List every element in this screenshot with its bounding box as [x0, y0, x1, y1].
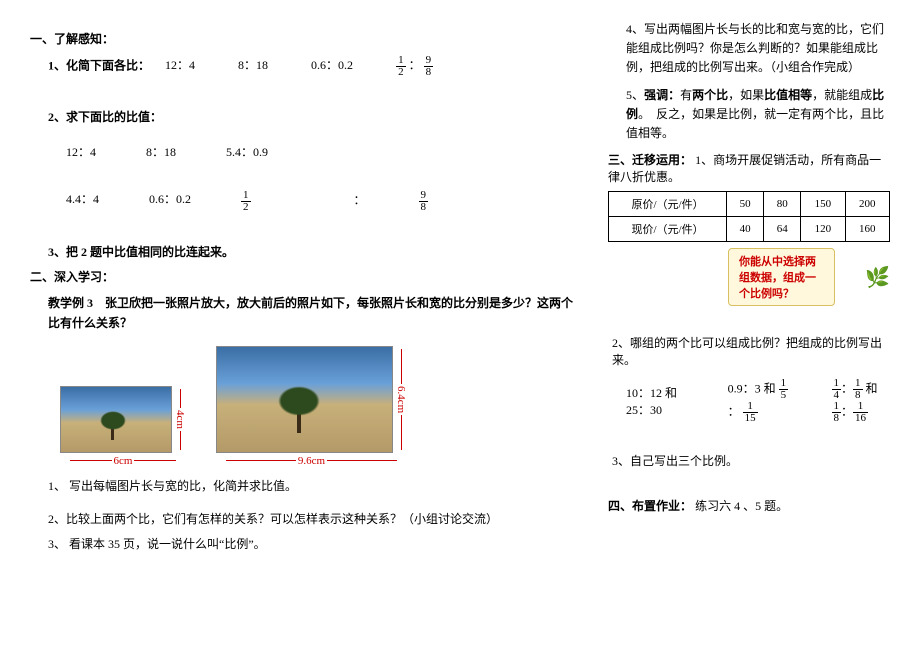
t2-c: 14：18 和 18：116	[832, 378, 890, 424]
q1-frac: 12 ： 98	[396, 58, 433, 72]
section-4: 四、布置作业： 练习六 4 、5 题。	[608, 497, 890, 514]
q1-label: 1、化简下面各比： 12：4 8：18 0.6：0.2 12 ： 98	[48, 55, 578, 78]
dim-large-w: 9.6cm	[224, 455, 399, 467]
td: 120	[801, 217, 845, 242]
dim-small-w: 6cm	[68, 455, 178, 467]
t2-b: 0.9：3 和 15 ： 115	[728, 378, 792, 424]
td: 160	[845, 217, 889, 242]
th-current: 现价/（元/件）	[609, 217, 727, 242]
photo-large-block: 6.4cm 9.6cm	[216, 346, 407, 467]
p1: 1、 写出每幅图片长与宽的比，化简并求比值。	[48, 477, 578, 494]
q2-label: 2、求下面比的比值：	[48, 108, 578, 125]
section-3-title: 三、迁移运用：	[608, 153, 692, 167]
callout-row: 你能从中选择两组数据，组成一个比例吗？ 🌿	[728, 248, 890, 306]
td: 64	[764, 217, 801, 242]
section-1-title: 一、了解感知：	[30, 30, 578, 47]
photo-group: 4cm 6cm 6.4cm 9.6cm	[60, 346, 578, 467]
plant-icon: 🌿	[865, 265, 890, 290]
td: 80	[764, 192, 801, 217]
section-4-body: 练习六 4 、5 题。	[695, 499, 788, 513]
price-table: 原价/（元/件） 50 80 150 200 现价/（元/件） 40 64 12…	[608, 191, 890, 242]
q2-row1: 12：4 8：18 5.4：0.9	[66, 143, 578, 160]
photo-large	[216, 346, 393, 453]
section-2-title: 二、深入学习：	[30, 268, 578, 285]
table-row: 原价/（元/件） 50 80 150 200	[609, 192, 890, 217]
td: 40	[727, 217, 764, 242]
photo-small	[60, 386, 172, 453]
t3: 3、自己写出三个比例。	[612, 452, 890, 469]
section-3: 三、迁移运用： 1、商场开展促销活动，所有商品一律八折优惠。	[608, 151, 890, 185]
photo-small-block: 4cm 6cm	[60, 386, 186, 467]
callout-bubble: 你能从中选择两组数据，组成一个比例吗？	[728, 248, 835, 306]
t2-a: 10：12 和 25：30	[626, 384, 688, 418]
q1-label-text: 1、化简下面各比：	[48, 58, 150, 72]
q2-r1-b: 8：18	[146, 143, 176, 160]
q1-c: 0.6：0.2	[311, 58, 353, 72]
r5: 5、强调：有两个比，如果比值相等，就能组成比例。 反之，如果是比例，就一定有两个…	[626, 86, 890, 144]
table-row: 现价/（元/件） 40 64 120 160	[609, 217, 890, 242]
q2-r2-a: 4.4：4	[66, 190, 99, 213]
q2-r1-a: 12：4	[66, 143, 96, 160]
td: 150	[801, 192, 845, 217]
q1-a: 12：4	[165, 58, 195, 72]
q2-r2-b: 0.6：0.2	[149, 190, 191, 213]
r4: 4、写出两幅图片长与长的比和宽与宽的比，它们能组成比例吗？你是怎么判断的？如果能…	[626, 20, 890, 78]
q2-r1-c: 5.4：0.9	[226, 143, 268, 160]
dim-large-h: 6.4cm	[395, 347, 407, 452]
q2-row2: 4.4：4 0.6：0.2 12 ： 98	[66, 190, 578, 213]
dim-small-h: 4cm	[174, 387, 186, 452]
td: 200	[845, 192, 889, 217]
td: 50	[727, 192, 764, 217]
q3-label: 3、把 2 题中比值相同的比连起来。	[48, 243, 578, 260]
q1-b: 8：18	[238, 58, 268, 72]
section-4-title: 四、布置作业：	[608, 499, 692, 513]
t2: 2、哪组的两个比可以组成比例？把组成的比例写出来。	[612, 334, 890, 368]
t2-options: 10：12 和 25：30 0.9：3 和 15 ： 115 14：18 和 1…	[626, 378, 890, 424]
p2: 2、比较上面两个比，它们有怎样的关系？可以怎样表示这种关系？（小组讨论交流）	[48, 510, 578, 527]
th-original: 原价/（元/件）	[609, 192, 727, 217]
example-text: 教学例 3 张卫欣把一张照片放大，放大前后的照片如下，每张照片长和宽的比分别是多…	[48, 293, 578, 334]
p3: 3、 看课本 35 页，说一说什么叫“比例”。	[48, 535, 578, 552]
q2-r2-frac: 12 ： 98	[241, 190, 528, 213]
